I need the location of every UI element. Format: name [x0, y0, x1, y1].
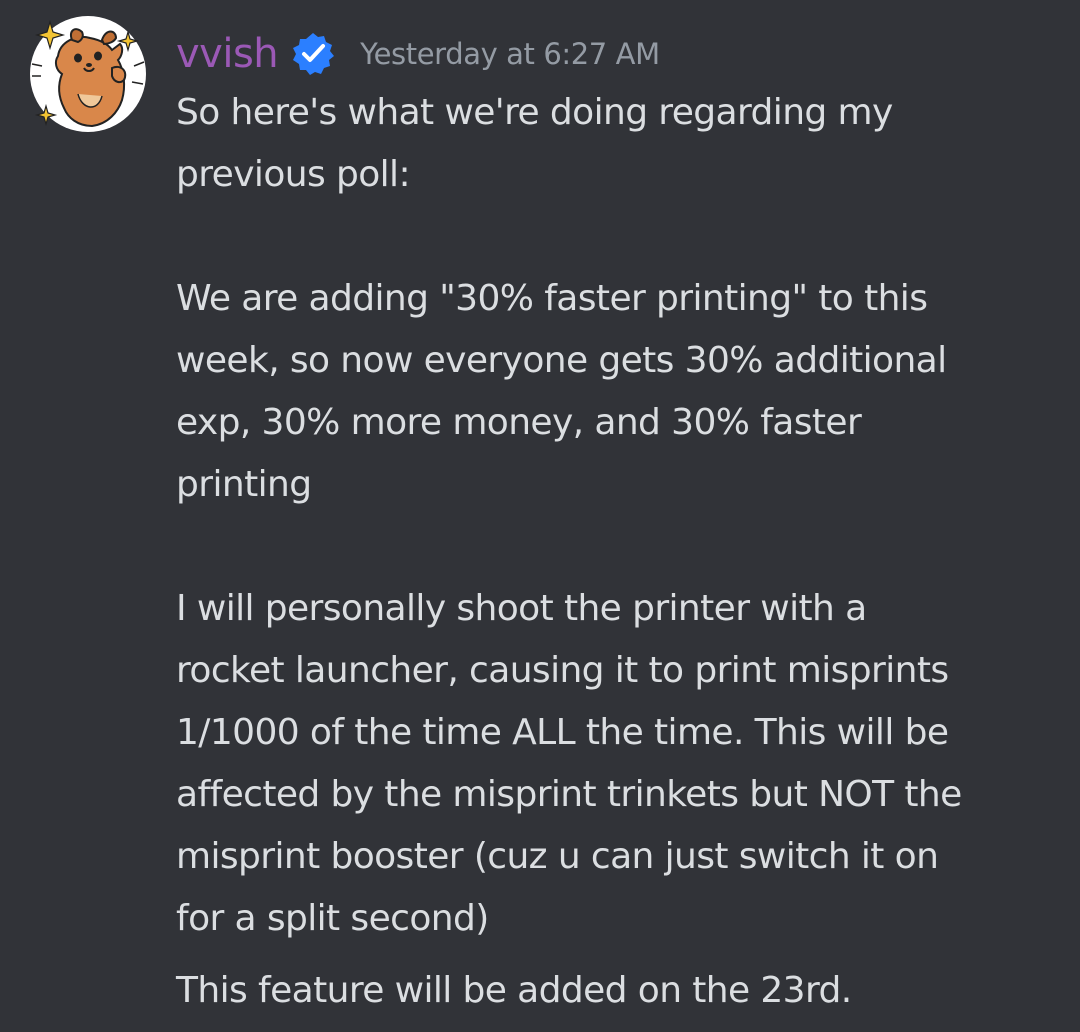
message-paragraph: I will personally shoot the printer with…: [176, 588, 962, 939]
message-content: So here's what we're doing regarding my …: [176, 82, 1056, 1022]
timestamp[interactable]: Yesterday at 6:27 AM: [360, 26, 660, 82]
cartoon-dog-avatar-icon: [30, 16, 146, 132]
message-header: vvish Yesterday at 6:27 AM: [176, 26, 660, 82]
username[interactable]: vvish: [176, 26, 279, 82]
avatar[interactable]: [28, 14, 148, 134]
verified-badge[interactable]: [290, 31, 336, 77]
message-paragraph: We are adding "30% faster printing" to t…: [176, 278, 947, 505]
verified-check-icon: [293, 33, 335, 75]
chat-message: vvish Yesterday at 6:27 AM So here's wha…: [0, 0, 1080, 1032]
message-paragraph: So here's what we're doing regarding my …: [176, 92, 893, 195]
follow-up-message: This feature will be added on the 23rd.: [176, 970, 852, 1011]
